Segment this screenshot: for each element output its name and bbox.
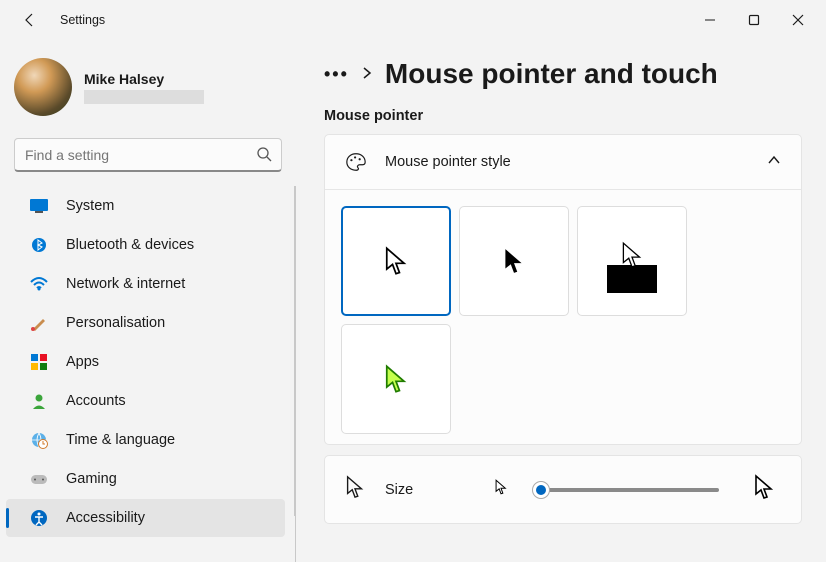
- chevron-up-icon: [767, 153, 781, 172]
- pointer-style-custom[interactable]: [341, 324, 451, 434]
- card-header-toggle[interactable]: Mouse pointer style: [325, 135, 801, 189]
- sidebar-item-label: Personalisation: [66, 315, 165, 331]
- brush-icon: [30, 314, 48, 332]
- size-card: Size: [324, 455, 802, 524]
- back-button[interactable]: [14, 4, 46, 36]
- palette-icon: [345, 151, 367, 173]
- window-title: Settings: [60, 13, 105, 27]
- minimize-button[interactable]: [688, 4, 732, 36]
- page-title: Mouse pointer and touch: [385, 58, 718, 90]
- user-profile[interactable]: Mike Halsey: [0, 50, 296, 132]
- breadcrumb-more-icon[interactable]: •••: [324, 64, 349, 85]
- gaming-icon: [30, 470, 48, 488]
- sidebar-item-personalisation[interactable]: Personalisation: [6, 304, 285, 342]
- size-slider[interactable]: [541, 488, 719, 492]
- account-icon: [30, 392, 48, 410]
- sidebar-item-label: Gaming: [66, 471, 117, 487]
- user-name: Mike Halsey: [84, 71, 204, 87]
- sidebar-item-accounts[interactable]: Accounts: [6, 382, 285, 420]
- search-input[interactable]: [14, 138, 282, 172]
- wifi-icon: [30, 275, 48, 293]
- size-label: Size: [385, 482, 475, 498]
- sidebar-item-label: Accounts: [66, 393, 126, 409]
- sidebar-item-label: Bluetooth & devices: [66, 237, 194, 253]
- user-email-placeholder: [84, 90, 204, 104]
- cursor-icon: [345, 475, 367, 504]
- pointer-style-inverted[interactable]: [577, 206, 687, 316]
- maximize-button[interactable]: [732, 4, 776, 36]
- avatar: [14, 58, 72, 116]
- sidebar-item-network[interactable]: Network & internet: [6, 265, 285, 303]
- apps-icon: [30, 353, 48, 371]
- bluetooth-icon: [30, 236, 48, 254]
- mouse-pointer-style-card: Mouse pointer style: [324, 134, 802, 445]
- section-label: Mouse pointer: [324, 108, 802, 124]
- sidebar-item-label: Time & language: [66, 432, 175, 448]
- slider-thumb[interactable]: [532, 481, 550, 499]
- sidebar-item-bluetooth[interactable]: Bluetooth & devices: [6, 226, 285, 264]
- pointer-style-black[interactable]: [459, 206, 569, 316]
- sidebar-item-gaming[interactable]: Gaming: [6, 460, 285, 498]
- sidebar-item-system[interactable]: System: [6, 187, 285, 225]
- system-icon: [30, 197, 48, 215]
- card-title: Mouse pointer style: [385, 154, 749, 170]
- clock-globe-icon: [30, 431, 48, 449]
- sidebar-item-time[interactable]: Time & language: [6, 421, 285, 459]
- sidebar-item-label: Network & internet: [66, 276, 185, 292]
- small-cursor-icon: [493, 479, 509, 500]
- accessibility-icon: [30, 509, 48, 527]
- close-button[interactable]: [776, 4, 820, 36]
- sidebar-item-label: System: [66, 198, 114, 214]
- sidebar-item-label: Accessibility: [66, 510, 145, 526]
- large-cursor-icon: [751, 474, 777, 505]
- search-icon: [256, 146, 272, 167]
- sidebar-item-apps[interactable]: Apps: [6, 343, 285, 381]
- sidebar-item-accessibility[interactable]: Accessibility: [6, 499, 285, 537]
- chevron-right-icon: [361, 66, 373, 82]
- sidebar-item-label: Apps: [66, 354, 99, 370]
- pointer-style-white[interactable]: [341, 206, 451, 316]
